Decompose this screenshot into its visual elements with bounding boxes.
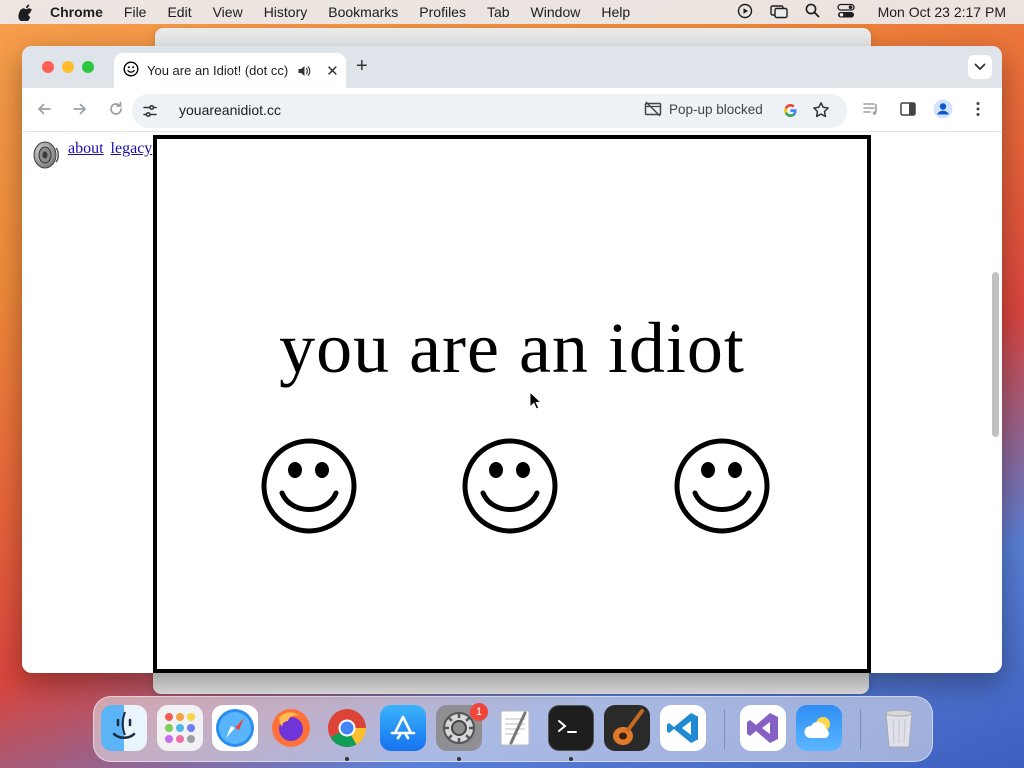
menu-window[interactable]: Window [531,4,581,20]
smiley-face-icon [461,437,559,540]
about-link[interactable]: about [68,140,104,157]
reload-icon[interactable] [108,101,124,122]
page-scrollbar[interactable] [988,132,1002,673]
dock-finder-icon[interactable] [101,705,147,751]
site-info-icon[interactable] [142,103,158,124]
forward-arrow-icon[interactable] [72,101,88,122]
dock-visual-studio-icon[interactable] [740,705,786,751]
spotlight-search-icon[interactable] [805,3,820,21]
menu-file[interactable]: File [124,4,147,20]
menu-history[interactable]: History [264,4,308,20]
dock-firefox-icon[interactable] [268,705,314,751]
new-tab-icon[interactable]: + [356,55,368,78]
zoom-window-button[interactable] [82,61,94,73]
screen-mirroring-icon[interactable] [769,3,788,22]
menu-edit[interactable]: Edit [167,4,191,20]
apple-icon[interactable] [18,4,36,21]
smiley-face-icon [673,437,771,540]
control-center-icon[interactable] [836,3,855,22]
smiley-favicon-icon [123,61,139,80]
dock-weather-icon[interactable] [796,705,842,751]
menu-tab[interactable]: Tab [487,4,510,20]
tab-strip: You are an Idiot! (dot cc) ✕ + [22,46,1002,88]
dock-safari-icon[interactable] [212,705,258,751]
google-lens-icon[interactable] [782,102,799,124]
address-bar[interactable]: youareanidiot.cc Pop-up blocked [132,94,847,128]
menu-view[interactable]: View [213,4,243,20]
popup-blocked-label: Pop-up blocked [669,101,763,117]
minimize-window-button[interactable] [62,61,74,73]
side-panel-icon[interactable] [899,100,917,123]
window-controls [42,61,94,73]
dock-running-indicator [569,757,573,761]
kebab-menu-icon[interactable] [975,100,981,123]
dock-garageband-icon[interactable] [604,705,650,751]
back-arrow-icon[interactable] [36,101,52,122]
menu-bookmarks[interactable]: Bookmarks [328,4,398,20]
browser-toolbar: youareanidiot.cc Pop-up blocked [22,88,1002,132]
mouse-cursor-icon [529,390,543,415]
popup-blocked-indicator[interactable]: Pop-up blocked [644,101,763,117]
scrollbar-thumb[interactable] [992,272,999,437]
dock-separator [724,709,725,749]
dock-trash-icon[interactable] [876,705,922,751]
url-text[interactable]: youareanidiot.cc [179,102,281,118]
media-controls-icon[interactable] [862,100,880,123]
popup-window: you are an idiot [153,135,871,673]
menu-bar: Chrome File Edit View History Bookmarks … [0,0,1024,24]
dock-app-store-icon[interactable] [380,705,426,751]
dock: 1 [93,696,933,762]
tab-search-button[interactable] [968,55,992,79]
menu-profiles[interactable]: Profiles [419,4,466,20]
tab-audio-icon[interactable] [297,64,312,78]
dock-running-indicator [345,757,349,761]
dock-vscode-icon[interactable] [660,705,706,751]
dock-chrome-icon[interactable] [324,705,370,751]
dock-terminal-icon[interactable] [548,705,594,751]
legacy-link[interactable]: legacy [111,140,153,157]
profile-avatar-icon[interactable] [933,99,953,124]
menu-help[interactable]: Help [601,4,630,20]
dock-textedit-icon[interactable] [492,705,538,751]
menu-app-name[interactable]: Chrome [50,4,103,20]
close-window-button[interactable] [42,61,54,73]
dock-running-indicator [457,757,461,761]
tab-active[interactable]: You are an Idiot! (dot cc) ✕ [114,53,346,88]
menu-clock[interactable]: Mon Oct 23 2:17 PM [878,4,1006,20]
bookmark-star-icon[interactable] [812,101,830,124]
tab-title: You are an Idiot! (dot cc) [147,63,289,78]
play-circle-icon[interactable] [737,3,753,22]
speaker-icon[interactable] [30,140,64,175]
popup-blocked-icon [644,101,662,117]
settings-notification-badge: 1 [470,703,488,721]
dock-separator [860,709,861,749]
popup-headline: you are an idiot [279,308,745,388]
dock-launchpad-icon[interactable] [157,705,203,751]
smiley-face-icon [260,437,358,540]
chevron-down-icon [974,63,986,71]
close-tab-icon[interactable]: ✕ [326,62,339,80]
